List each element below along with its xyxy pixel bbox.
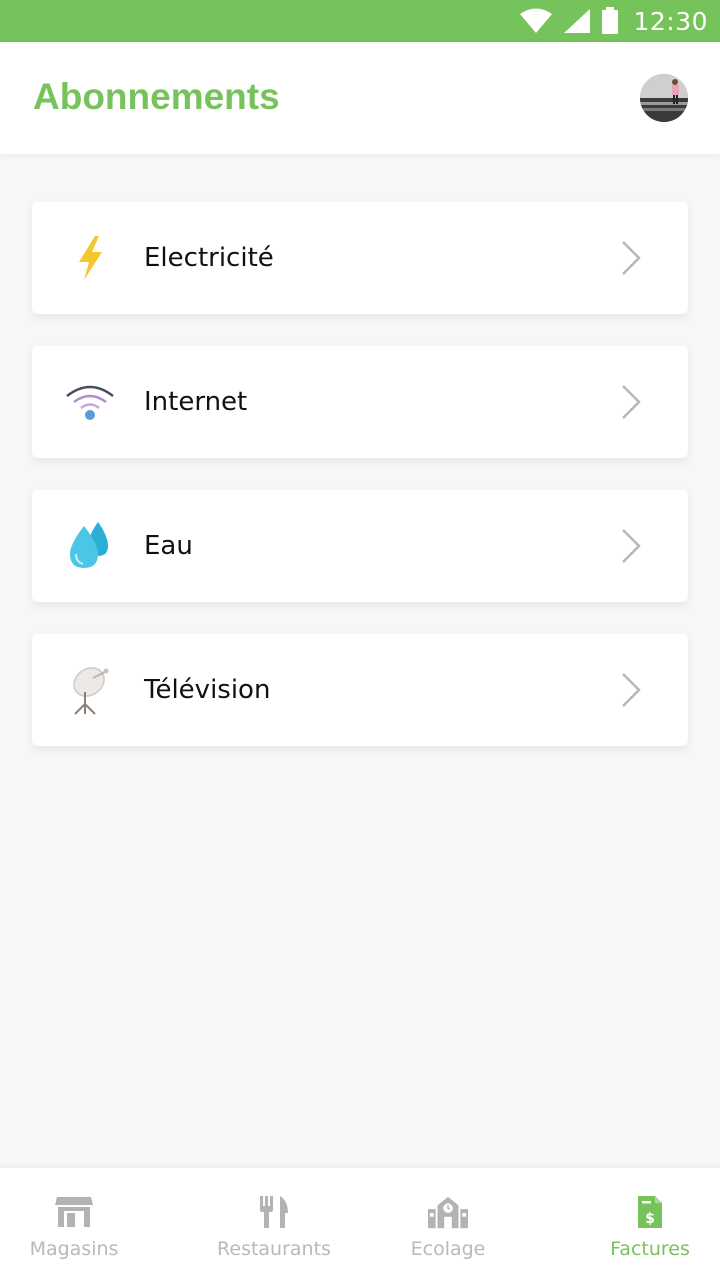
chevron-right-icon — [622, 529, 641, 563]
chevron-right-icon — [622, 241, 641, 275]
subscription-label: Télévision — [144, 675, 271, 705]
status-bar: 12:30 — [0, 0, 720, 42]
fork-knife-icon — [254, 1194, 294, 1230]
svg-text:$: $ — [645, 1211, 655, 1227]
page-title: Abonnements — [33, 76, 280, 117]
signal-icon — [564, 9, 591, 33]
subscription-internet[interactable]: Internet — [32, 346, 688, 458]
battery-icon — [602, 7, 619, 34]
wifi-signal-icon — [60, 372, 120, 432]
bottom-navigation: Magasins Restaurants Ecolage $ Factures — [0, 1168, 720, 1280]
invoice-icon: $ — [630, 1194, 670, 1230]
subscription-electricite[interactable]: Electricité — [32, 202, 688, 314]
nav-label: Factures — [610, 1238, 690, 1260]
subscription-television[interactable]: Télévision — [32, 634, 688, 746]
store-icon — [54, 1194, 94, 1230]
subscription-list: Electricité Internet Eau Télévision — [32, 202, 688, 778]
user-avatar[interactable] — [640, 74, 688, 122]
nav-label: Ecolage — [410, 1238, 486, 1260]
lightning-icon — [60, 228, 120, 288]
satellite-dish-icon — [60, 660, 120, 720]
water-drops-icon — [60, 516, 120, 576]
app-header: Abonnements — [0, 42, 720, 154]
nav-label: Restaurants — [217, 1238, 331, 1260]
nav-item-restaurants[interactable]: Restaurants — [214, 1168, 334, 1280]
nav-item-factures[interactable]: $ Factures — [600, 1168, 700, 1280]
status-time: 12:30 — [633, 6, 708, 36]
chevron-right-icon — [622, 673, 641, 707]
subscription-label: Eau — [144, 531, 193, 561]
subscription-eau[interactable]: Eau — [32, 490, 688, 602]
nav-item-magasins[interactable]: Magasins — [22, 1168, 126, 1280]
school-icon — [428, 1194, 468, 1230]
subscription-label: Internet — [144, 387, 248, 417]
wifi-icon — [520, 8, 553, 33]
chevron-right-icon — [622, 385, 641, 419]
nav-label: Magasins — [29, 1238, 119, 1260]
nav-item-ecolage[interactable]: Ecolage — [400, 1168, 496, 1280]
subscription-label: Electricité — [144, 243, 274, 273]
